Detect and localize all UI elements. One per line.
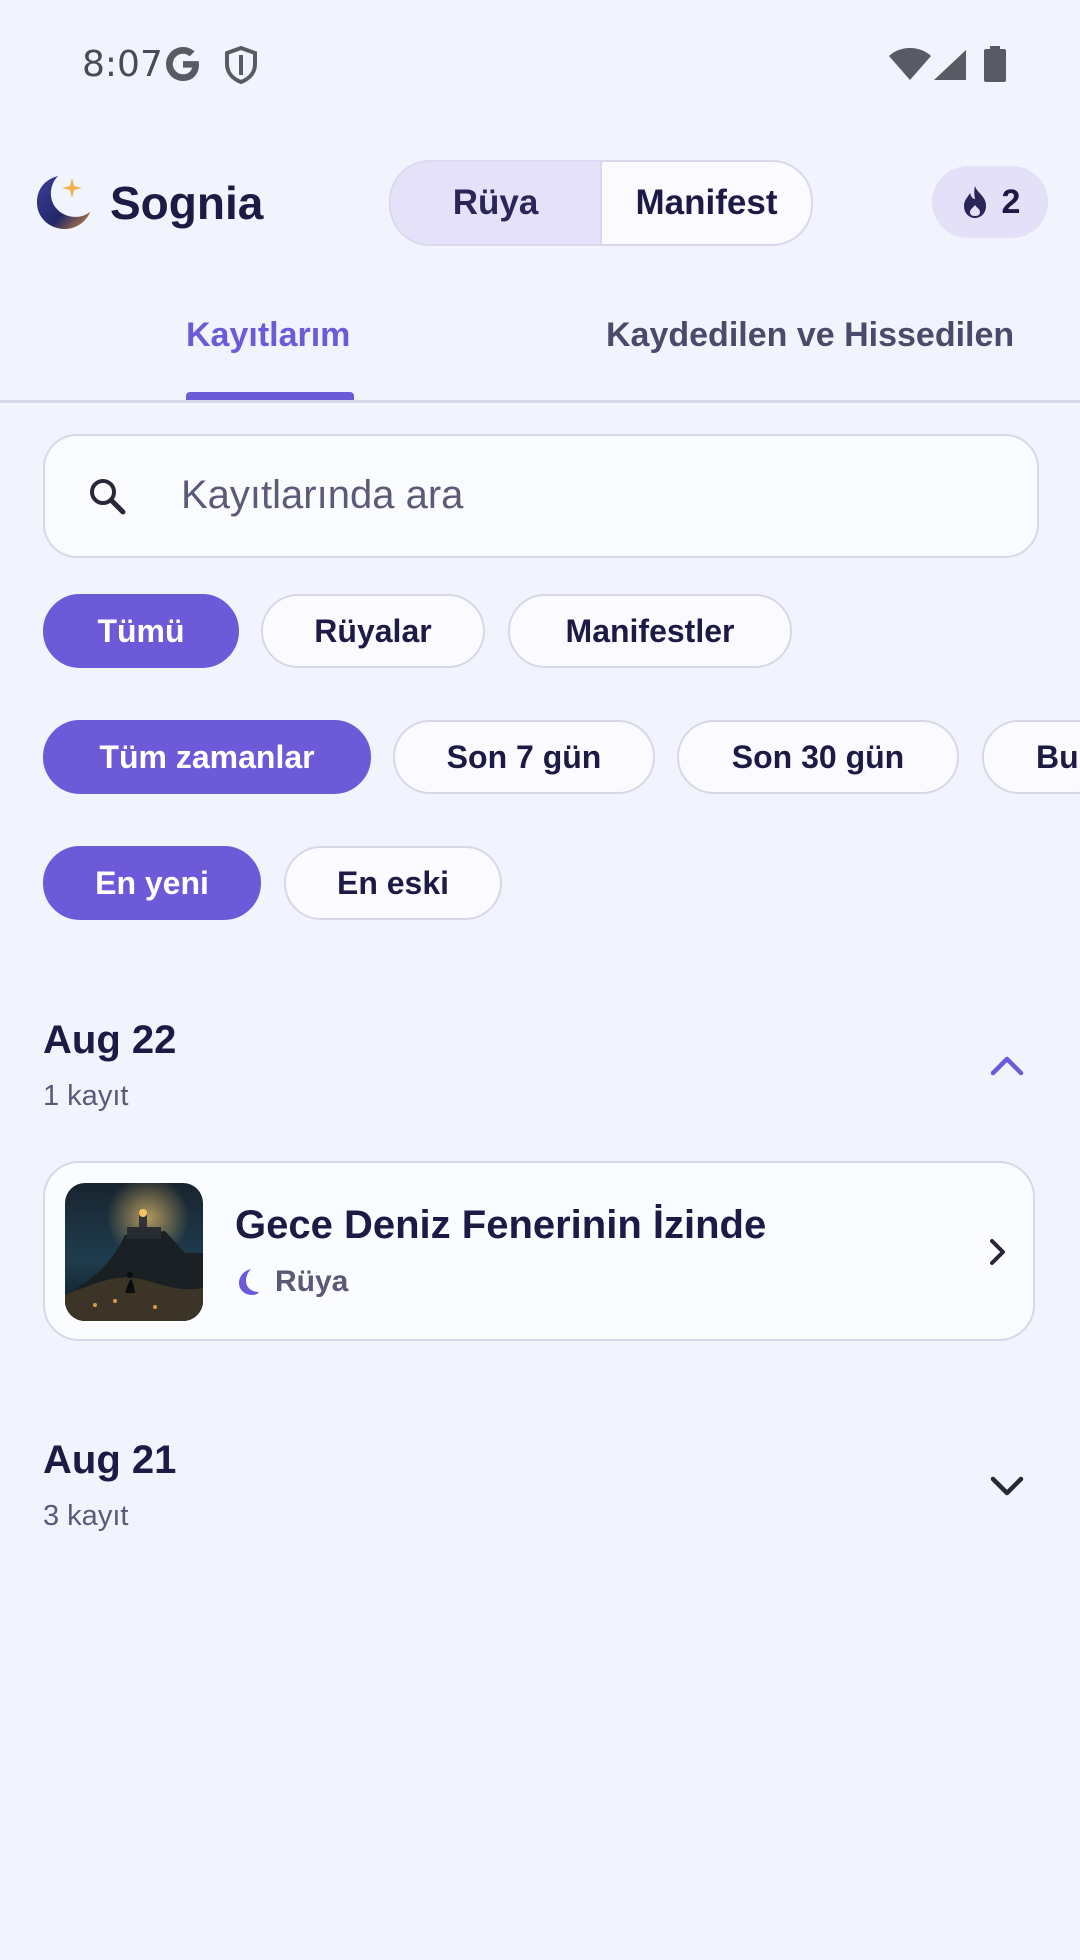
wifi-icon: [889, 48, 931, 80]
chip-bu[interactable]: Bu: [982, 720, 1080, 794]
google-icon: [166, 47, 199, 81]
chip-ruyalar[interactable]: Rüyalar: [261, 594, 485, 668]
chip-son-30-gun[interactable]: Son 30 gün: [677, 720, 959, 794]
entry-card[interactable]: Gece Deniz Fenerinin İzinde Rüya: [43, 1161, 1035, 1341]
search-input[interactable]: [179, 456, 1003, 534]
chip-tum-zamanlar[interactable]: Tüm zamanlar: [43, 720, 371, 794]
streak-count: 2: [1001, 182, 1021, 221]
chip-en-yeni[interactable]: En yeni: [43, 846, 261, 920]
sort-filter-row: En yeni En eski: [43, 846, 1080, 924]
chip-tumu[interactable]: Tümü: [43, 594, 239, 668]
moon-star-logo: [36, 176, 90, 230]
flame-icon: [963, 186, 986, 218]
app-title: Sognia: [110, 177, 264, 229]
mode-option-ruya[interactable]: Rüya: [391, 162, 600, 244]
tab-indicator: [186, 392, 354, 400]
entry-title: Gece Deniz Fenerinin İzinde: [235, 1203, 767, 1247]
entry-type: Rüya: [235, 1265, 348, 1299]
streak-badge[interactable]: 2: [932, 166, 1048, 238]
time-filter-row: Tüm zamanlar Son 7 gün Son 30 gün Bu: [43, 720, 1080, 798]
tab-bar: Kayıtlarım Kaydedilen ve Hissedilen: [0, 300, 1080, 403]
chevron-down-icon[interactable]: [987, 1466, 1027, 1506]
mode-option-manifest[interactable]: Manifest: [602, 162, 811, 244]
chevron-up-icon[interactable]: [987, 1046, 1027, 1086]
group-date: Aug 21: [43, 1438, 177, 1482]
chip-en-eski[interactable]: En eski: [284, 846, 502, 920]
status-time: 8:07: [82, 44, 163, 85]
status-bar: 8:07: [0, 0, 1080, 130]
group-count: 3 kayıt: [43, 1500, 129, 1532]
cellular-icon: [934, 50, 966, 80]
entry-thumbnail: [65, 1183, 203, 1321]
app-header: Sognia Rüya Manifest 2: [0, 160, 1080, 250]
chevron-right-icon: [990, 1239, 1005, 1265]
mode-toggle: Rüya Manifest: [389, 160, 813, 246]
group-date: Aug 22: [43, 1018, 177, 1062]
group-count: 1 kayıt: [43, 1080, 129, 1112]
entry-type-label: Rüya: [275, 1265, 349, 1298]
search-icon: [90, 479, 126, 515]
tab-kayitlarim[interactable]: Kayıtlarım: [186, 316, 350, 355]
moon-icon: [239, 1269, 259, 1295]
search-box: [43, 434, 1039, 558]
battery-icon: [984, 46, 1006, 82]
shield-icon: [225, 46, 257, 84]
chip-son-7-gun[interactable]: Son 7 gün: [393, 720, 655, 794]
chip-manifestler[interactable]: Manifestler: [508, 594, 792, 668]
tab-kaydedilen-ve-hissedilen[interactable]: Kaydedilen ve Hissedilen: [606, 316, 1014, 355]
type-filter-row: Tümü Rüyalar Manifestler: [43, 594, 1080, 672]
